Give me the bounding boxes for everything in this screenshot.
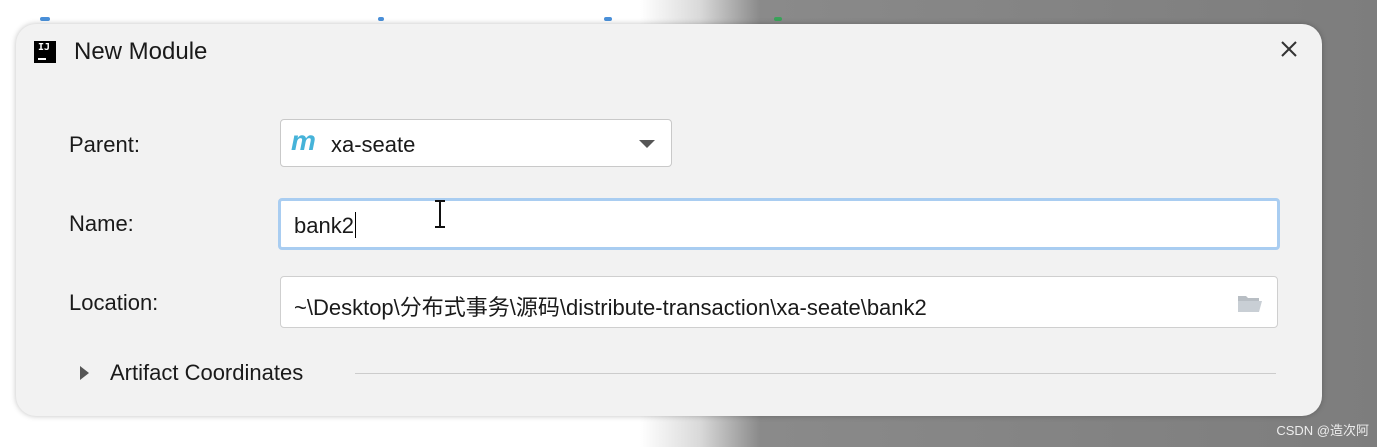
maven-module-icon: m (291, 125, 316, 156)
background-fragment (604, 17, 612, 21)
name-value: bank2 (294, 213, 354, 238)
artifact-coordinates-label: Artifact Coordinates (110, 360, 304, 385)
folder-icon (1238, 296, 1262, 312)
ibeam-cursor-icon (435, 200, 445, 228)
parent-dropdown[interactable]: m xa-seate (280, 119, 672, 167)
chevron-down-icon (639, 140, 655, 148)
location-value: ~\Desktop\分布式事务\源码\distribute-transactio… (294, 295, 927, 320)
watermark: CSDN @造次阿 (1276, 423, 1369, 438)
name-label: Name: (69, 211, 134, 236)
new-module-dialog: IJ New Module Parent: m xa-seate Name: b… (16, 24, 1322, 416)
background-fragment (40, 17, 50, 21)
parent-value: xa-seate (331, 132, 416, 157)
name-input[interactable]: bank2 (278, 198, 1280, 250)
close-button[interactable] (1276, 36, 1302, 62)
artifact-coordinates-section[interactable]: Artifact Coordinates (80, 358, 1276, 388)
location-label: Location: (69, 290, 159, 315)
background-fragment (774, 17, 782, 21)
intellij-icon: IJ (34, 41, 56, 63)
triangle-right-icon (80, 366, 89, 380)
text-caret (354, 212, 356, 238)
parent-label: Parent: (69, 132, 140, 157)
background-fragment (378, 17, 384, 21)
section-divider (355, 373, 1276, 374)
background-window-strip (0, 0, 1377, 24)
close-icon (1281, 41, 1297, 57)
dialog-title: New Module (74, 38, 208, 65)
location-input[interactable]: ~\Desktop\分布式事务\源码\distribute-transactio… (280, 276, 1278, 328)
title-bar: IJ New Module (16, 24, 1322, 82)
browse-folder-button[interactable] (1237, 293, 1263, 313)
